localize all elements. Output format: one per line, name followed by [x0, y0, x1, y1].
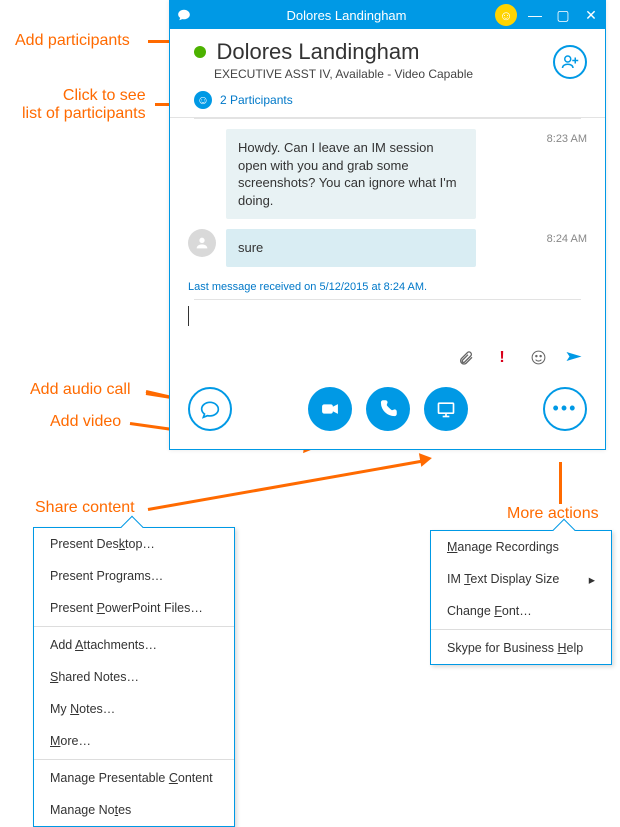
- participants-count: 2 Participants: [220, 93, 293, 107]
- menu-item-im-text-size[interactable]: IM Text Display Size▸: [431, 563, 611, 595]
- menu-item-present-powerpoint[interactable]: Present PowerPoint Files…: [34, 592, 234, 624]
- titlebar: Dolores Landingham ☺ — ▢ ✕: [170, 1, 605, 29]
- callout-share-content: Share content: [35, 499, 135, 517]
- callout-more-actions: More actions: [507, 505, 599, 523]
- send-button[interactable]: [565, 349, 583, 367]
- callout-add-participants: Add participants: [15, 32, 130, 50]
- more-actions-menu: Manage Recordings IM Text Display Size▸ …: [430, 530, 612, 665]
- menu-item-present-programs[interactable]: Present Programs…: [34, 560, 234, 592]
- arrow-line: [148, 459, 424, 511]
- message-time: 8:24 AM: [531, 229, 587, 245]
- menu-separator: [34, 759, 234, 760]
- callout-audio-call: Add audio call: [30, 381, 131, 399]
- action-row: •••: [170, 377, 605, 449]
- compose-input[interactable]: [170, 300, 605, 333]
- participants-row[interactable]: ☺ 2 Participants: [170, 87, 605, 118]
- menu-item-my-notes[interactable]: My Notes…: [34, 693, 234, 725]
- presence-indicator: [194, 46, 206, 58]
- contact-subtitle: EXECUTIVE ASST IV, Available - Video Cap…: [214, 67, 589, 81]
- participants-icon: ☺: [194, 91, 212, 109]
- attachment-icon[interactable]: [457, 349, 475, 367]
- arrow-head: [419, 451, 433, 467]
- menu-item-help[interactable]: Skype for Business Help: [431, 632, 611, 664]
- contact-name: Dolores Landingham: [216, 39, 419, 64]
- last-received-text: Last message received on 5/12/2015 at 8:…: [188, 277, 587, 293]
- minimize-button[interactable]: —: [521, 7, 549, 23]
- arrow-line: [559, 462, 562, 504]
- im-button[interactable]: [188, 387, 232, 431]
- avatar-icon: [188, 229, 216, 257]
- maximize-button[interactable]: ▢: [549, 7, 577, 24]
- message-bubble: Howdy. Can I leave an IM session open wi…: [226, 129, 476, 219]
- smiley-icon[interactable]: ☺: [495, 4, 517, 26]
- menu-item-add-attachments[interactable]: Add Attachments…: [34, 629, 234, 661]
- message-outgoing: sure 8:24 AM: [188, 229, 587, 267]
- more-actions-button[interactable]: •••: [543, 387, 587, 431]
- emoji-icon[interactable]: [529, 349, 547, 367]
- message-bubble: sure: [226, 229, 476, 267]
- video-button[interactable]: [308, 387, 352, 431]
- priority-icon[interactable]: !: [493, 349, 511, 367]
- callout-add-video: Add video: [50, 413, 121, 431]
- present-button[interactable]: [424, 387, 468, 431]
- message-time: 8:23 AM: [531, 129, 587, 145]
- message-incoming: Howdy. Can I leave an IM session open wi…: [188, 129, 587, 219]
- menu-item-manage-recordings[interactable]: Manage Recordings: [431, 531, 611, 563]
- menu-separator: [431, 629, 611, 630]
- callout-participants-list: Click to see list of participants: [22, 87, 146, 124]
- chat-icon: [170, 8, 198, 22]
- ellipsis-icon: •••: [553, 398, 578, 419]
- call-button[interactable]: [366, 387, 410, 431]
- menu-item-change-font[interactable]: Change Font…: [431, 595, 611, 627]
- message-area: Howdy. Can I leave an IM session open wi…: [170, 119, 605, 299]
- menu-item-shared-notes[interactable]: Shared Notes…: [34, 661, 234, 693]
- window-title: Dolores Landingham: [198, 8, 495, 23]
- share-content-menu: Present Desktop… Present Programs… Prese…: [33, 527, 235, 827]
- menu-item-more[interactable]: More…: [34, 725, 234, 757]
- text-cursor: [188, 306, 189, 326]
- chat-window: Dolores Landingham ☺ — ▢ ✕ Dolores Landi…: [169, 0, 606, 450]
- close-button[interactable]: ✕: [577, 7, 605, 24]
- add-participant-button[interactable]: [553, 45, 587, 79]
- compose-toolbar: !: [170, 333, 605, 377]
- contact-header: Dolores Landingham EXECUTIVE ASST IV, Av…: [170, 29, 605, 87]
- menu-separator: [34, 626, 234, 627]
- menu-item-manage-content[interactable]: Manage Presentable Content: [34, 762, 234, 794]
- menu-item-manage-notes[interactable]: Manage Notes: [34, 794, 234, 826]
